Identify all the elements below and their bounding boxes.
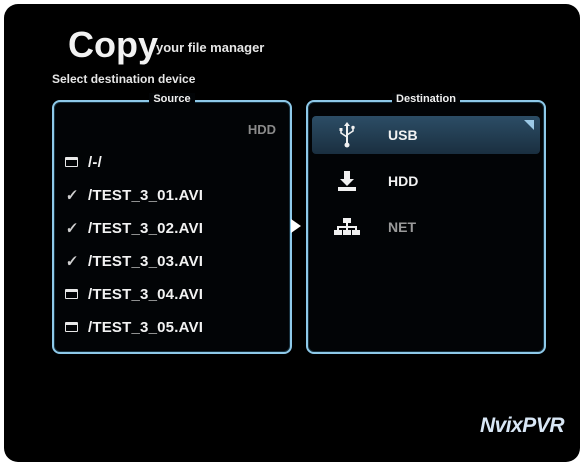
list-item[interactable]: /-/	[62, 150, 102, 174]
selection-corner-marker	[524, 120, 534, 130]
destination-item-net[interactable]: NET	[312, 208, 540, 246]
file-label: /TEST_3_05.AVI	[88, 318, 204, 336]
source-device-label: HDD	[247, 122, 276, 137]
check-icon: ✔	[63, 251, 79, 270]
destination-panel-title: Destination	[392, 93, 460, 105]
usb-icon	[330, 122, 364, 148]
file-label: /TEST_3_01.AVI	[88, 186, 204, 204]
list-item[interactable]: /TEST_3_05.AVI	[62, 315, 203, 339]
source-panel: Source HDD /-/ ✔ /TEST_3_01.AVI ✔ /TEST_…	[52, 93, 292, 354]
destination-label: NET	[388, 219, 416, 235]
list-item[interactable]: ✔ /TEST_3_01.AVI	[62, 183, 203, 207]
download-icon	[330, 170, 364, 192]
destination-label: USB	[388, 127, 418, 143]
page-subtitle: your file manager	[156, 40, 265, 55]
destination-label: HDD	[388, 173, 419, 189]
file-label: /TEST_3_04.AVI	[88, 285, 204, 303]
network-icon	[330, 217, 364, 237]
file-label: /-/	[88, 153, 102, 171]
destination-item-usb[interactable]: USB	[312, 116, 540, 154]
destination-item-hdd[interactable]: HDD	[312, 162, 540, 200]
instruction-text: Select destination device	[52, 72, 196, 86]
folder-icon	[62, 153, 80, 171]
list-item[interactable]: ✔ /TEST_3_03.AVI	[62, 249, 203, 273]
file-label: /TEST_3_03.AVI	[88, 252, 204, 270]
check-icon: ✔	[63, 185, 79, 204]
app-screen: Copy your file manager Select destinatio…	[4, 4, 580, 462]
folder-icon	[62, 318, 80, 336]
list-item[interactable]: ✔ /TEST_3_02.AVI	[62, 216, 203, 240]
file-label: /TEST_3_02.AVI	[88, 219, 204, 237]
folder-icon	[62, 285, 80, 303]
brand-logo: NvixPVR	[479, 414, 565, 437]
check-icon: ✔	[63, 218, 79, 237]
page-title: Copy	[68, 24, 158, 65]
list-item[interactable]: /TEST_3_04.AVI	[62, 282, 203, 306]
destination-panel: Destination USB HDD NET	[306, 93, 546, 354]
source-panel-title: Source	[149, 93, 195, 105]
arrow-right-icon	[291, 219, 301, 233]
